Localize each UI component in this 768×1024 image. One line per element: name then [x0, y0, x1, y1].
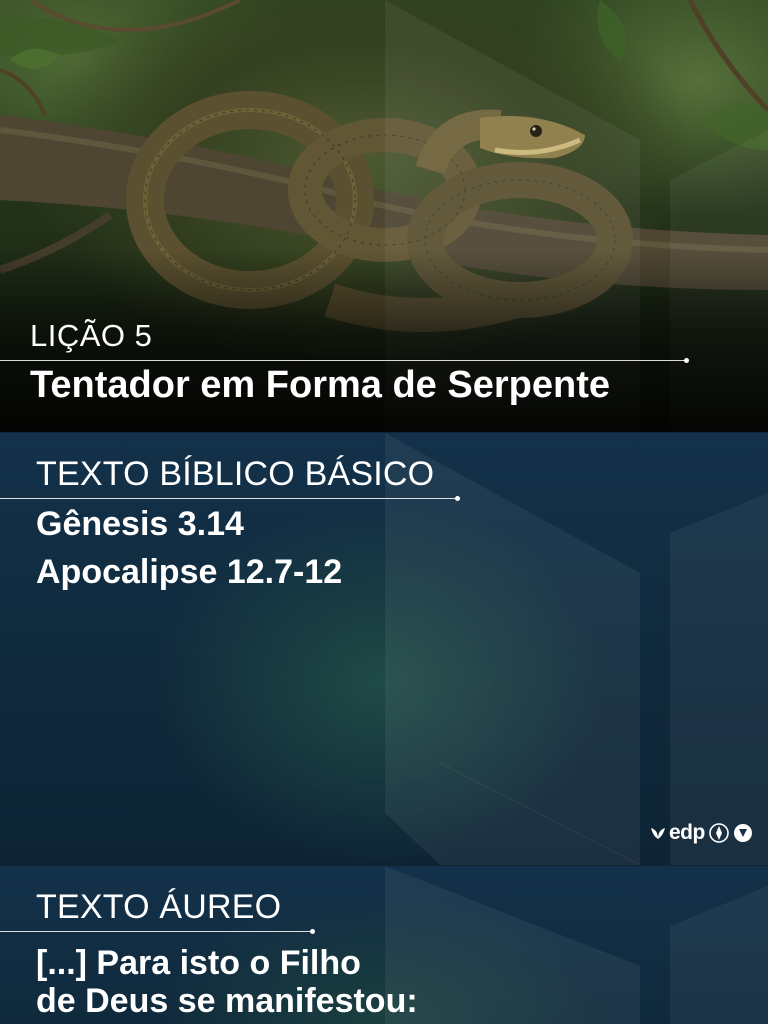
lesson-title: Tentador em Forma de Serpente	[30, 364, 610, 406]
section-heading: TEXTO ÁUREO	[36, 888, 282, 926]
section-heading: TEXTO BÍBLICO BÁSICO	[36, 455, 435, 493]
compass-icon	[709, 823, 729, 843]
shield-icon	[733, 824, 752, 842]
divider-rule	[0, 929, 315, 934]
scripture-reference: Apocalipse 12.7-12	[36, 553, 343, 591]
hero-slide: LIÇÃO 5 Tentador em Forma de Serpente	[0, 0, 768, 432]
logo-wordmark: edp	[669, 821, 705, 844]
basic-text-slide: TEXTO BÍBLICO BÁSICO Gênesis 3.14 Apocal…	[0, 433, 768, 865]
verse-line: de Deus se manifestou:	[36, 982, 418, 1020]
verse-line: [...] Para isto o Filho	[36, 944, 361, 982]
lesson-label: LIÇÃO 5	[30, 318, 153, 353]
golden-text-slide: TEXTO ÁUREO [...] Para isto o Filho de D…	[0, 866, 768, 1024]
divider-rule	[0, 496, 460, 501]
publisher-logo: edp	[650, 821, 753, 845]
scripture-reference: Gênesis 3.14	[36, 505, 244, 543]
leaf-icon	[651, 828, 665, 839]
divider-rule	[0, 358, 689, 363]
